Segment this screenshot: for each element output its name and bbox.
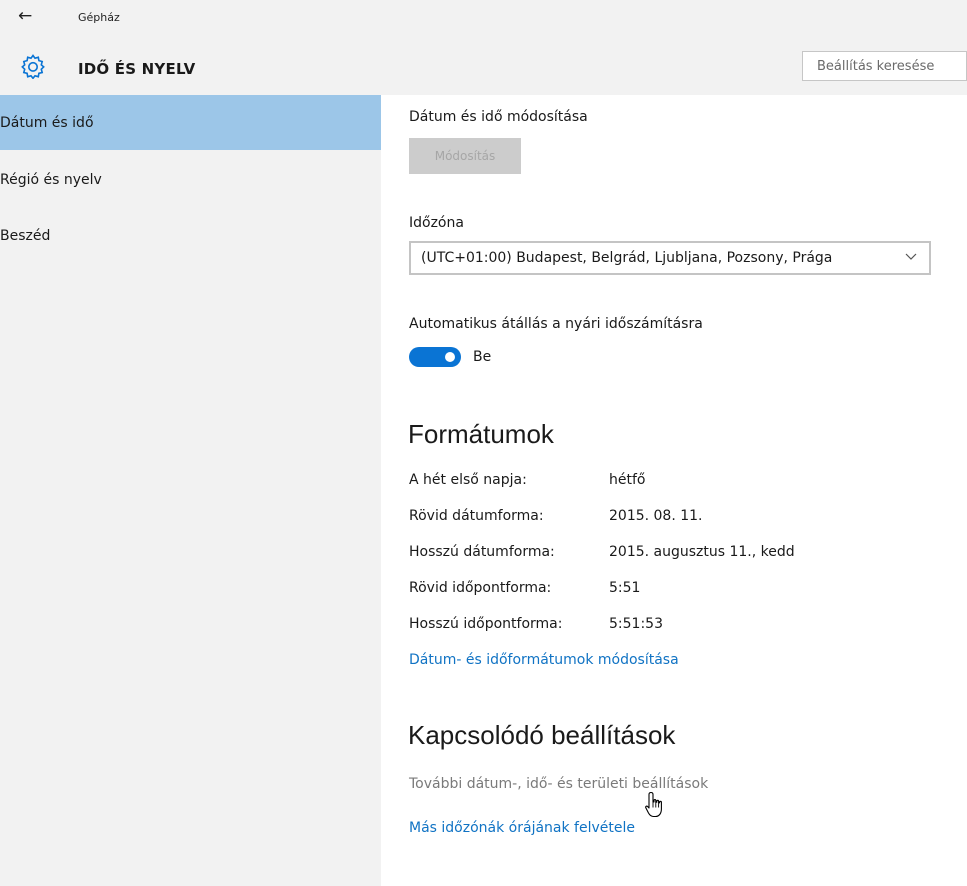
format-key: A hét első napja: xyxy=(409,472,527,488)
format-key: Rövid dátumforma: xyxy=(409,508,544,524)
format-value: 2015. augusztus 11., kedd xyxy=(609,544,795,560)
change-datetime-label: Dátum és idő módosítása xyxy=(409,109,588,125)
page-title: IDŐ ÉS NYELV xyxy=(78,60,196,78)
format-row-short-date: Rövid dátumforma: 2015. 08. 11. xyxy=(409,508,929,534)
timezone-label: Időzóna xyxy=(409,215,464,231)
sidebar-item-label: Dátum és idő xyxy=(0,115,94,131)
hand-cursor-icon xyxy=(645,791,662,818)
related-settings-heading: Kapcsolódó beállítások xyxy=(408,720,676,750)
formats-heading: Formátumok xyxy=(408,419,554,449)
sidebar-item-label: Beszéd xyxy=(0,228,51,244)
sidebar-item-regio-es-nyelv[interactable]: Régió és nyelv xyxy=(0,152,381,207)
sidebar-item-beszed[interactable]: Beszéd xyxy=(0,208,381,263)
timezone-dropdown[interactable]: (UTC+01:00) Budapest, Belgrád, Ljubljana… xyxy=(409,241,931,275)
change-formats-link[interactable]: Dátum- és időformátumok módosítása xyxy=(409,652,679,668)
format-row-long-time: Hosszú időpontforma: 5:51:53 xyxy=(409,616,929,642)
page-header: IDŐ ÉS NYELV xyxy=(0,36,967,95)
title-bar: ← Gépház xyxy=(0,0,967,36)
search-input[interactable] xyxy=(802,51,967,81)
additional-settings-link[interactable]: További dátum-, idő- és területi beállít… xyxy=(409,776,708,792)
format-key: Hosszú időpontforma: xyxy=(409,616,563,632)
chevron-down-icon xyxy=(905,253,917,260)
dst-state-label: Be xyxy=(473,349,492,365)
modify-datetime-button[interactable]: Módosítás xyxy=(409,138,521,174)
format-value: 5:51 xyxy=(609,580,641,596)
back-arrow-icon[interactable]: ← xyxy=(18,6,32,26)
format-row-first-day: A hét első napja: hétfő xyxy=(409,472,929,498)
main-content: Dátum és idő módosítása Módosítás Időzón… xyxy=(381,95,967,886)
sidebar-item-label: Régió és nyelv xyxy=(0,172,102,188)
sidebar-item-datum-es-ido[interactable]: Dátum és idő xyxy=(0,95,381,150)
app-title: Gépház xyxy=(78,11,120,24)
format-value: 5:51:53 xyxy=(609,616,663,632)
format-row-short-time: Rövid időpontforma: 5:51 xyxy=(409,580,929,606)
timezone-value: (UTC+01:00) Budapest, Belgrád, Ljubljana… xyxy=(421,250,833,266)
format-key: Rövid időpontforma: xyxy=(409,580,552,596)
format-value: 2015. 08. 11. xyxy=(609,508,703,524)
dst-label: Automatikus átállás a nyári időszámításr… xyxy=(409,316,703,332)
format-row-long-date: Hosszú dátumforma: 2015. augusztus 11., … xyxy=(409,544,929,570)
sidebar: Dátum és idő Régió és nyelv Beszéd xyxy=(0,95,381,886)
format-value: hétfő xyxy=(609,472,646,488)
dst-toggle[interactable] xyxy=(409,347,461,367)
format-key: Hosszú dátumforma: xyxy=(409,544,555,560)
add-clocks-link[interactable]: Más időzónák órájának felvétele xyxy=(409,820,635,836)
toggle-knob xyxy=(445,352,455,362)
gear-icon xyxy=(21,54,45,79)
